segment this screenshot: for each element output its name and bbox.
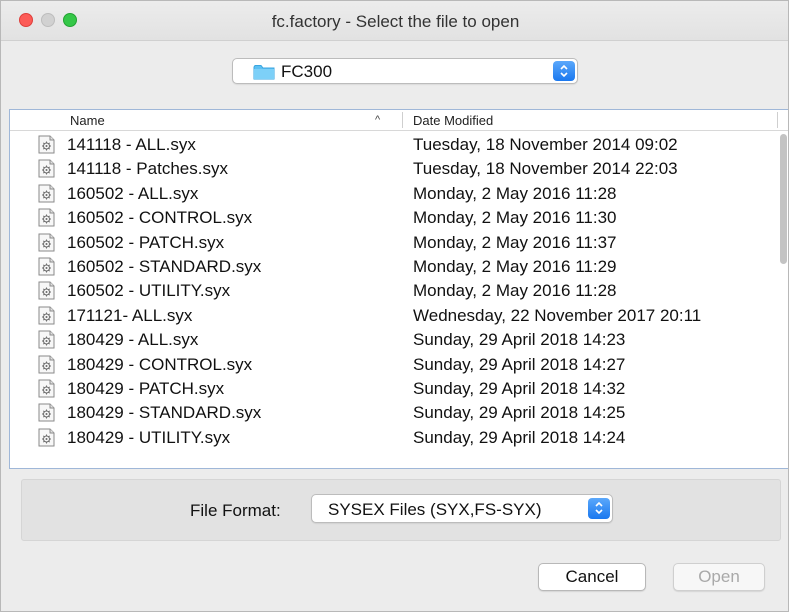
column-divider[interactable] [402, 112, 403, 128]
file-name: 160502 - ALL.syx [67, 183, 199, 203]
folder-name: FC300 [281, 62, 333, 81]
file-date-modified: Tuesday, 18 November 2014 22:03 [413, 159, 678, 179]
column-header-date-modified[interactable]: Date Modified [413, 113, 493, 128]
file-row[interactable]: 180429 - PATCH.syx Sunday, 29 April 2018 … [10, 377, 770, 401]
sysex-file-icon [38, 208, 55, 227]
file-date-modified: Monday, 2 May 2016 11:29 [413, 256, 617, 276]
file-name: 171121- ALL.syx [67, 305, 193, 325]
file-row[interactable]: 141118 - ALL.syx Tuesday, 18 November 201… [10, 133, 770, 157]
sysex-file-icon [38, 379, 55, 398]
cancel-button[interactable]: Cancel [538, 563, 646, 591]
sysex-file-icon [38, 403, 55, 422]
file-date-modified: Sunday, 29 April 2018 14:25 [413, 403, 626, 423]
file-date-modified: Sunday, 29 April 2018 14:32 [413, 378, 626, 398]
sysex-file-icon [38, 135, 55, 154]
file-row[interactable]: 160502 - ALL.syx Monday, 2 May 2016 11:28 [10, 182, 770, 206]
file-date-modified: Sunday, 29 April 2018 14:23 [413, 330, 626, 350]
file-row[interactable]: 180429 - UTILITY.syx Sunday, 29 April 201… [10, 426, 770, 450]
file-name: 141118 - ALL.syx [67, 135, 196, 154]
file-name: 160502 - PATCH.syx [67, 232, 225, 252]
sysex-file-icon [38, 184, 55, 203]
file-format-popup[interactable]: SYSEX Files (SYX,FS-SYX) [311, 494, 613, 523]
sysex-file-icon [38, 306, 55, 325]
chevron-updown-icon [595, 501, 603, 515]
file-name: 160502 - CONTROL.syx [67, 208, 253, 228]
file-format-selected: SYSEX Files (SYX,FS-SYX) [328, 500, 542, 519]
sysex-file-icon [38, 233, 55, 252]
vertical-scrollbar[interactable] [780, 134, 787, 264]
file-format-panel: File Format: SYSEX Files (SYX,FS-SYX) [21, 479, 781, 541]
open-button[interactable]: Open [673, 563, 765, 591]
folder-popup-stepper[interactable] [553, 61, 575, 81]
file-format-label: File Format: [190, 501, 281, 520]
file-name: 180429 - CONTROL.syx [67, 354, 253, 374]
file-date-modified: Monday, 2 May 2016 11:30 [413, 208, 617, 228]
file-row[interactable]: 160502 - CONTROL.syx Monday, 2 May 2016 1… [10, 206, 770, 230]
sysex-file-icon [38, 257, 55, 276]
sysex-file-icon [38, 330, 55, 349]
file-row[interactable]: 160502 - PATCH.syx Monday, 2 May 2016 11:… [10, 231, 770, 255]
sysex-file-icon [38, 159, 55, 178]
file-name: 180429 - ALL.syx [67, 330, 199, 350]
folder-location-popup[interactable]: FC300 [232, 58, 578, 84]
file-name: 160502 - STANDARD.syx [67, 256, 262, 276]
file-name: 180429 - UTILITY.syx [67, 427, 231, 447]
folder-icon [253, 65, 275, 80]
file-name: 180429 - STANDARD.syx [67, 403, 262, 423]
file-name: 160502 - UTILITY.syx [67, 281, 231, 301]
file-date-modified: Sunday, 29 April 2018 14:27 [413, 354, 626, 374]
file-open-dialog: fc.factory - Select the file to open FC3… [0, 0, 789, 612]
sort-ascending-icon: ^ [375, 114, 381, 126]
chevron-updown-icon [560, 64, 568, 78]
file-row[interactable]: 141118 - Patches.syx Tuesday, 18 November… [10, 157, 770, 181]
file-row[interactable]: 171121- ALL.syx Wednesday, 22 November 20… [10, 304, 770, 328]
file-row[interactable]: 160502 - UTILITY.syx Monday, 2 May 2016 1… [10, 279, 770, 303]
sysex-file-icon [38, 281, 55, 300]
file-row[interactable]: 160502 - STANDARD.syx Monday, 2 May 2016 … [10, 255, 770, 279]
file-name: 180429 - PATCH.syx [67, 378, 225, 398]
sysex-file-icon [38, 428, 55, 447]
column-header-name[interactable]: Name [70, 113, 105, 128]
window-title: fc.factory - Select the file to open [271, 12, 520, 31]
file-rows: 141118 - ALL.syx Tuesday, 18 November 201… [10, 133, 770, 450]
file-date-modified: Tuesday, 18 November 2014 09:02 [413, 135, 678, 154]
file-row[interactable]: 180429 - ALL.syx Sunday, 29 April 2018 14… [10, 328, 770, 352]
file-list-header: Name ^ Date Modified [10, 110, 788, 131]
file-date-modified: Monday, 2 May 2016 11:28 [413, 281, 617, 301]
title-bar: fc.factory - Select the file to open [1, 1, 788, 41]
file-row[interactable]: 180429 - CONTROL.syx Sunday, 29 April 201… [10, 353, 770, 377]
file-format-stepper[interactable] [588, 498, 610, 519]
file-date-modified: Wednesday, 22 November 2017 20:11 [413, 305, 702, 325]
file-date-modified: Monday, 2 May 2016 11:28 [413, 183, 617, 203]
sysex-file-icon [38, 355, 55, 374]
column-divider[interactable] [777, 112, 778, 128]
file-date-modified: Monday, 2 May 2016 11:37 [413, 232, 617, 252]
file-date-modified: Sunday, 29 April 2018 14:24 [413, 427, 626, 447]
file-list[interactable]: Name ^ Date Modified 141118 - ALL.syx Tue… [9, 109, 788, 469]
file-name: 141118 - Patches.syx [67, 159, 228, 179]
file-row[interactable]: 180429 - STANDARD.syx Sunday, 29 April 20… [10, 401, 770, 425]
